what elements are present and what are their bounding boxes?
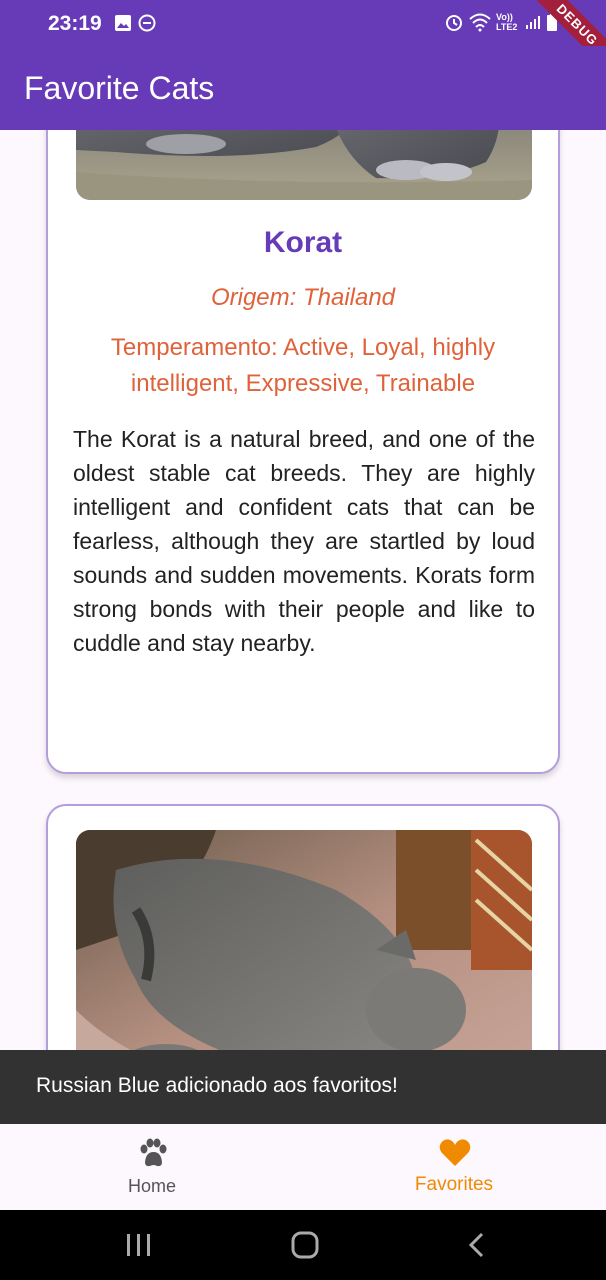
nav-label-favorites: Favorites [414,1174,494,1195]
snackbar: Russian Blue adicionado aos favoritos! [0,1050,606,1124]
system-nav-bar [0,1210,606,1280]
home-icon[interactable] [290,1230,320,1260]
favorites-list[interactable]: Korat Origem: Thailand Temperamento: Act… [0,130,606,1050]
cat-card: Korat Origem: Thailand Temperamento: Act… [46,130,560,774]
nav-item-home[interactable]: Home [52,1124,252,1210]
cat-card [46,804,560,1050]
network-label: Vo)) LTE2 [496,12,518,32]
paw-icon [140,1138,167,1167]
nav-label-home: Home [127,1176,176,1196]
nav-item-favorites[interactable]: Favorites [354,1124,554,1210]
snackbar-message: Russian Blue adicionado aos favoritos! [36,1074,398,1097]
breed-temperament: Temperamento: Active, Loyal, highly inte… [110,334,496,397]
cat-photo-image [76,830,532,1050]
cat-photo [76,830,532,1050]
status-bar: 23:19 Vo)) LTE2 DEBUG [0,0,606,72]
status-left-icons [114,14,156,32]
app-bar: Favorite Cats [0,46,606,130]
breed-origin: Origem: Thailand [210,284,396,311]
alarm-icon [446,15,462,31]
gallery-notification-icon [115,15,131,31]
breed-name: Korat [263,226,343,259]
heart-icon [439,1139,471,1166]
breed-description: The Korat is a natural breed, and one of… [73,426,535,656]
status-right-icons: Vo)) LTE2 [444,12,558,32]
wifi-icon [469,13,491,32]
cat-photo [76,130,532,200]
recent-apps-icon[interactable] [124,1230,154,1260]
bottom-nav: Home Favorites [0,1124,606,1210]
cat-photo-image [76,130,532,200]
back-icon[interactable] [462,1230,492,1260]
status-time: 23:19 [48,12,102,35]
do-not-disturb-icon [138,14,156,32]
signal-icon [526,16,540,29]
page-title: Favorite Cats [24,70,215,106]
